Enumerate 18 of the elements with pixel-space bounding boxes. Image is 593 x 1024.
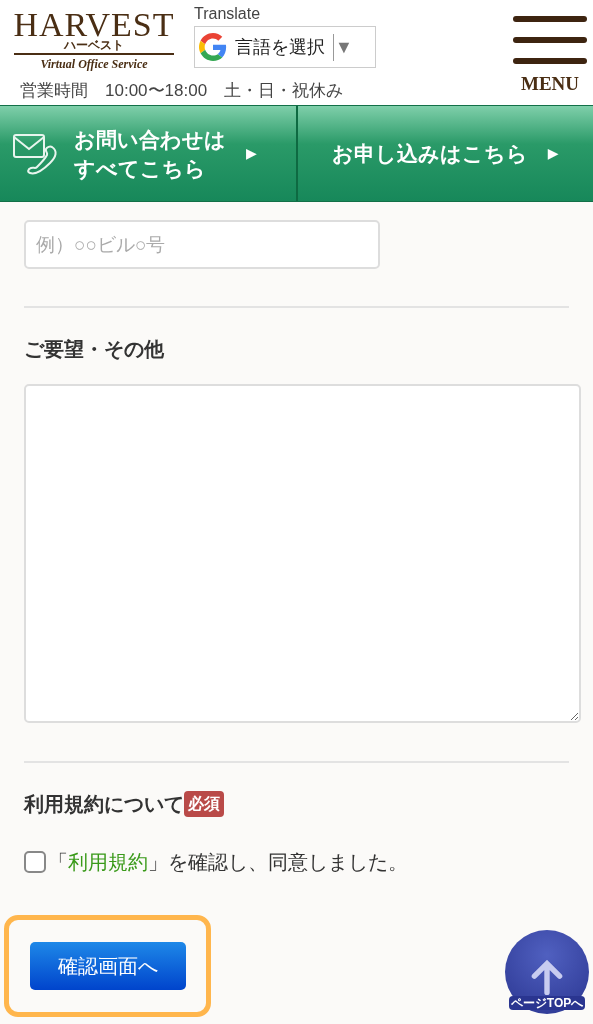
language-select[interactable]: 言語を選択 ▼ bbox=[194, 26, 376, 68]
consent-text: 「利用規約」を確認し、同意しました。 bbox=[48, 850, 408, 875]
page-top-button[interactable]: ページTOPへ bbox=[505, 930, 589, 1014]
apply-banner[interactable]: お申し込みはこちら ▶ bbox=[295, 106, 593, 201]
logo[interactable]: HARVEST ハーベスト Virtual Office Service bbox=[14, 8, 174, 73]
terms-label: 利用規約について bbox=[24, 792, 184, 817]
translate-label: Translate bbox=[194, 4, 262, 24]
up-arrow-icon bbox=[529, 960, 565, 996]
menu-icon bbox=[513, 16, 587, 64]
terms-link[interactable]: 利用規約 bbox=[68, 851, 148, 873]
required-badge: 必須 bbox=[184, 791, 224, 817]
address-field[interactable]: 例）○○ビル○号 bbox=[24, 220, 380, 269]
confirm-button[interactable]: 確認画面へ bbox=[29, 942, 186, 990]
consent-checkbox[interactable] bbox=[24, 851, 46, 873]
google-icon bbox=[199, 33, 227, 61]
requests-label: ご要望・その他 bbox=[24, 337, 165, 362]
business-hours: 営業時間 10:00〜18:00 土・日・祝休み bbox=[20, 80, 344, 102]
menu-button[interactable]: MENU bbox=[513, 16, 587, 99]
